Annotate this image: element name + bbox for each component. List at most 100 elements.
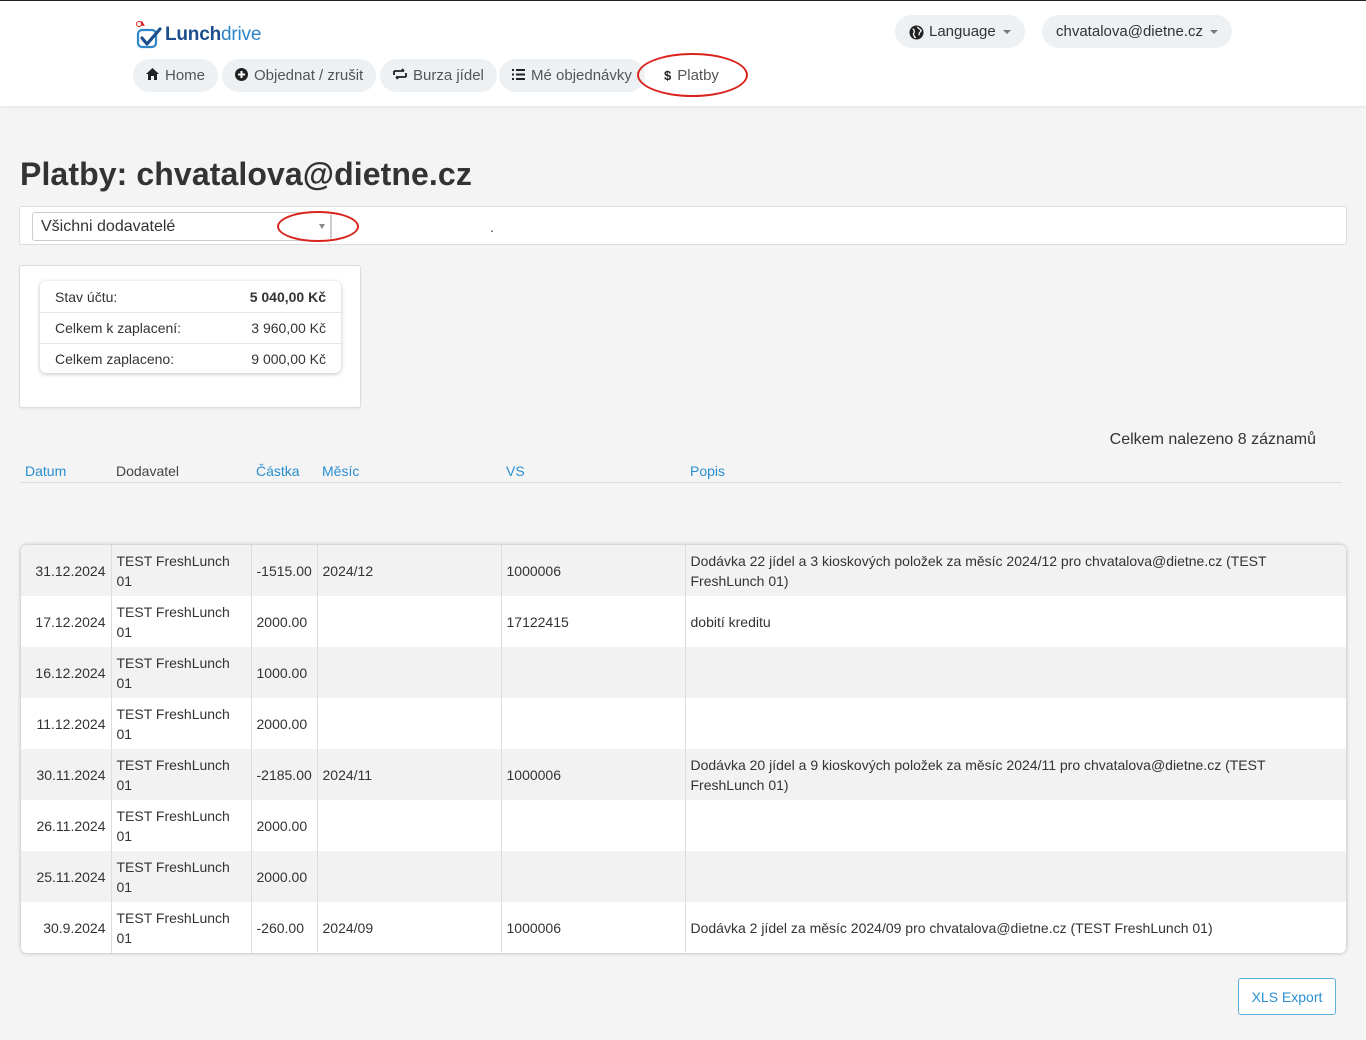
- nav-order-cancel[interactable]: Objednat / zrušit: [222, 59, 377, 92]
- cell-supplier: TEST FreshLunch 01: [110, 545, 251, 596]
- cell-vs: [500, 698, 685, 749]
- globe-icon: [909, 24, 924, 40]
- table-row: 16.12.2024 TEST FreshLunch 01 1000.00: [21, 647, 1346, 698]
- nav-payments-label: Platby: [677, 67, 719, 84]
- cell-supplier: TEST FreshLunch 01: [110, 902, 251, 953]
- app-logo[interactable]: Lunchdrive: [133, 18, 261, 52]
- cell-supplier: TEST FreshLunch 01: [110, 851, 251, 902]
- summary-value: 9 000,00 Kč: [251, 351, 326, 367]
- page-title: Platby: chvatalova@dietne.cz: [20, 156, 472, 192]
- table-row: 11.12.2024 TEST FreshLunch 01 2000.00: [21, 698, 1346, 749]
- cell-amount: 2000.00: [250, 596, 317, 647]
- select-arrow-icon[interactable]: [319, 224, 325, 229]
- cell-description: Dodávka 22 jídel a 3 kioskových položek …: [684, 545, 1346, 596]
- column-header-vs[interactable]: VS: [506, 463, 525, 479]
- cell-supplier: TEST FreshLunch 01: [110, 596, 251, 647]
- cell-month: 2024/09: [316, 902, 501, 953]
- filter-bar: Všichni dodavatelé .: [19, 206, 1347, 245]
- logo-text-lunch: Lunch: [165, 24, 221, 45]
- cell-amount: -260.00: [250, 902, 317, 953]
- chevron-down-icon: [1209, 29, 1218, 34]
- cell-vs: [500, 647, 685, 698]
- column-header-amount[interactable]: Částka: [256, 463, 300, 479]
- cell-amount: 2000.00: [250, 800, 317, 851]
- cell-month: [316, 698, 501, 749]
- cell-date: 25.11.2024: [21, 851, 111, 902]
- user-menu-dropdown[interactable]: chvatalova@dietne.cz: [1042, 15, 1232, 48]
- supplier-select-value: Všichni dodavatelé: [41, 218, 176, 235]
- column-header-description[interactable]: Popis: [690, 463, 725, 479]
- cell-description: [684, 647, 1346, 698]
- nav-home[interactable]: Home: [133, 59, 219, 92]
- language-label: Language: [929, 23, 996, 40]
- summary-label: Celkem zaplaceno:: [55, 351, 175, 367]
- cell-date: 11.12.2024: [21, 698, 111, 749]
- nav-food-exchange[interactable]: Burza jídel: [380, 59, 497, 92]
- cell-vs: 1000006: [500, 902, 685, 953]
- nav-home-label: Home: [165, 67, 206, 84]
- column-header-supplier: Dodavatel: [116, 463, 180, 479]
- dollar-icon: $: [664, 68, 672, 83]
- table-row: 30.11.2024 TEST FreshLunch 01 -2185.00 2024…: [21, 749, 1346, 800]
- home-icon: [146, 68, 159, 83]
- cell-supplier: TEST FreshLunch 01: [110, 749, 251, 800]
- cell-month: 2024/12: [316, 545, 501, 596]
- cell-date: 31.12.2024: [21, 545, 111, 596]
- account-summary-panel: Stav účtu: 5 040,00 Kč Celkem k zaplacen…: [19, 265, 361, 408]
- account-summary-card: Stav účtu: 5 040,00 Kč Celkem k zaplacen…: [40, 281, 341, 373]
- cell-month: [316, 647, 501, 698]
- cell-month: [316, 596, 501, 647]
- cell-vs: 1000006: [500, 749, 685, 800]
- records-found-count: Celkem nalezeno 8 záznamů: [1109, 431, 1316, 448]
- top-navbar: Lunchdrive Language chvatalova@dietne.cz…: [0, 0, 1366, 106]
- nav-payments[interactable]: $ Platby: [651, 59, 732, 92]
- column-header-month[interactable]: Měsíc: [322, 463, 359, 479]
- cell-month: 2024/11: [316, 749, 501, 800]
- table-row: 31.12.2024 TEST FreshLunch 01 -1515.00 2024…: [21, 545, 1346, 596]
- select-separator: [330, 215, 331, 238]
- cell-amount: 2000.00: [250, 851, 317, 902]
- cell-description: Dodávka 20 jídel a 9 kioskových položek …: [684, 749, 1346, 800]
- cell-date: 30.11.2024: [21, 749, 111, 800]
- summary-row-balance: Stav účtu: 5 040,00 Kč: [40, 281, 341, 312]
- cell-description: [684, 698, 1346, 749]
- cell-date: 17.12.2024: [21, 596, 111, 647]
- cell-amount: 2000.00: [250, 698, 317, 749]
- payments-table-card: 31.12.2024 TEST FreshLunch 01 -1515.00 2024…: [21, 545, 1346, 953]
- cell-amount: -1515.00: [250, 545, 317, 596]
- table-row: 25.11.2024 TEST FreshLunch 01 2000.00: [21, 851, 1346, 902]
- cell-vs: [500, 800, 685, 851]
- summary-row-paid: Celkem zaplaceno: 9 000,00 Kč: [40, 343, 341, 373]
- nav-my-orders-label: Mé objednávky: [531, 67, 632, 84]
- cell-description: Dodávka 2 jídel za měsíc 2024/09 pro chv…: [684, 902, 1346, 953]
- payments-table: 31.12.2024 TEST FreshLunch 01 -1515.00 2024…: [21, 545, 1346, 953]
- logo-check-icon: [133, 19, 163, 51]
- cell-description: [684, 851, 1346, 902]
- cell-description: [684, 800, 1346, 851]
- cell-supplier: TEST FreshLunch 01: [110, 698, 251, 749]
- table-row: 30.9.2024 TEST FreshLunch 01 -260.00 2024/0…: [21, 902, 1346, 953]
- nav-food-exchange-label: Burza jídel: [413, 67, 484, 84]
- summary-value: 3 960,00 Kč: [251, 320, 326, 336]
- table-row: 17.12.2024 TEST FreshLunch 01 2000.00 17122…: [21, 596, 1346, 647]
- cell-supplier: TEST FreshLunch 01: [110, 800, 251, 851]
- supplier-select[interactable]: Všichni dodavatelé: [32, 212, 332, 241]
- summary-label: Stav účtu:: [55, 288, 118, 305]
- cell-date: 16.12.2024: [21, 647, 111, 698]
- nav-my-orders[interactable]: Mé objednávky: [499, 59, 645, 92]
- language-dropdown[interactable]: Language: [895, 15, 1025, 48]
- cell-description: dobití kreditu: [684, 596, 1346, 647]
- cell-amount: -2185.00: [250, 749, 317, 800]
- summary-value: 5 040,00 Kč: [249, 288, 326, 305]
- cell-month: [316, 800, 501, 851]
- column-header-date[interactable]: Datum: [25, 463, 66, 479]
- cell-date: 26.11.2024: [21, 800, 111, 851]
- cell-month: [316, 851, 501, 902]
- xls-export-button[interactable]: XLS Export: [1238, 978, 1336, 1015]
- user-email: chvatalova@dietne.cz: [1056, 23, 1203, 40]
- exchange-icon: [393, 68, 407, 83]
- table-row: 26.11.2024 TEST FreshLunch 01 2000.00: [21, 800, 1346, 851]
- summary-row-to-pay: Celkem k zaplacení: 3 960,00 Kč: [40, 312, 341, 343]
- logo-text-drive: drive: [221, 24, 262, 45]
- filter-dot: .: [490, 219, 494, 235]
